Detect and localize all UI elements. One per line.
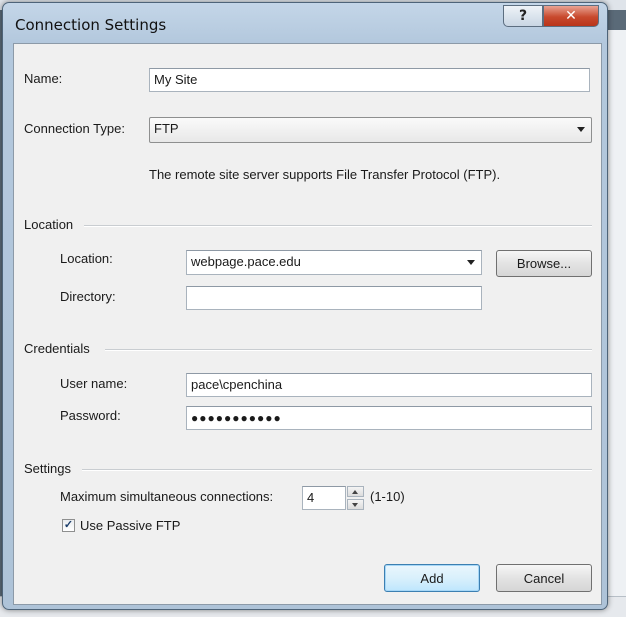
close-icon: ✕ xyxy=(565,8,577,24)
credentials-group-divider xyxy=(105,349,592,351)
max-connections-label: Maximum simultaneous connections: xyxy=(60,489,274,504)
dialog-body: Name: My Site Connection Type: FTP The r… xyxy=(13,43,602,605)
cancel-button[interactable]: Cancel xyxy=(496,564,592,592)
dropdown-arrow-icon[interactable] xyxy=(467,260,475,265)
location-value: webpage.pace.edu xyxy=(191,254,301,269)
help-icon: ? xyxy=(518,8,528,24)
username-label: User name: xyxy=(60,376,128,391)
name-input[interactable]: My Site xyxy=(149,68,590,92)
max-connections-input[interactable]: 4 xyxy=(302,486,346,510)
password-input[interactable]: ●●●●●●●●●●● xyxy=(186,406,592,430)
cancel-button-label: Cancel xyxy=(523,570,565,586)
passive-ftp-checkbox[interactable]: ✓ xyxy=(62,519,75,532)
connection-type-description: The remote site server supports File Tra… xyxy=(149,167,501,182)
add-button[interactable]: Add xyxy=(384,564,480,592)
spin-down-icon xyxy=(352,503,358,507)
spin-down-button[interactable] xyxy=(347,499,364,510)
help-button[interactable]: ? xyxy=(503,5,543,27)
dialog-title: Connection Settings xyxy=(15,16,167,34)
username-input[interactable]: pace\cpenchina xyxy=(186,373,592,397)
close-button[interactable]: ✕ xyxy=(543,5,599,27)
passive-ftp-label[interactable]: Use Passive FTP xyxy=(80,518,180,533)
password-mask: ●●●●●●●●●●● xyxy=(191,411,282,425)
location-group-title: Location xyxy=(24,217,74,232)
connection-type-select[interactable]: FTP xyxy=(149,117,592,143)
add-button-label: Add xyxy=(420,570,444,586)
dropdown-arrow-icon xyxy=(577,127,585,132)
max-connections-value: 4 xyxy=(307,490,315,505)
credentials-group-title: Credentials xyxy=(24,341,90,356)
password-label: Password: xyxy=(60,408,121,423)
username-value: pace\cpenchina xyxy=(191,377,283,392)
browse-button-label: Browse... xyxy=(516,256,572,271)
spin-up-icon xyxy=(352,490,358,494)
max-connections-spinner[interactable] xyxy=(347,486,364,510)
spin-up-button[interactable] xyxy=(347,486,364,497)
name-input-value: My Site xyxy=(154,72,198,87)
max-connections-range: (1-10) xyxy=(370,489,405,504)
browse-button[interactable]: Browse... xyxy=(496,250,592,277)
directory-label: Directory: xyxy=(60,289,116,304)
connection-type-value: FTP xyxy=(154,121,179,136)
directory-input[interactable] xyxy=(186,286,482,310)
connection-settings-dialog: Connection Settings ? ✕ Name: My Site Co… xyxy=(2,2,608,610)
location-group-divider xyxy=(84,225,592,227)
connection-type-label: Connection Type: xyxy=(24,121,125,136)
settings-group-divider xyxy=(82,469,592,471)
name-label: Name: xyxy=(24,71,63,86)
location-combobox[interactable]: webpage.pace.edu xyxy=(186,250,482,275)
location-label: Location: xyxy=(60,251,113,266)
checkmark-icon: ✓ xyxy=(63,519,74,531)
settings-group-title: Settings xyxy=(24,461,71,476)
